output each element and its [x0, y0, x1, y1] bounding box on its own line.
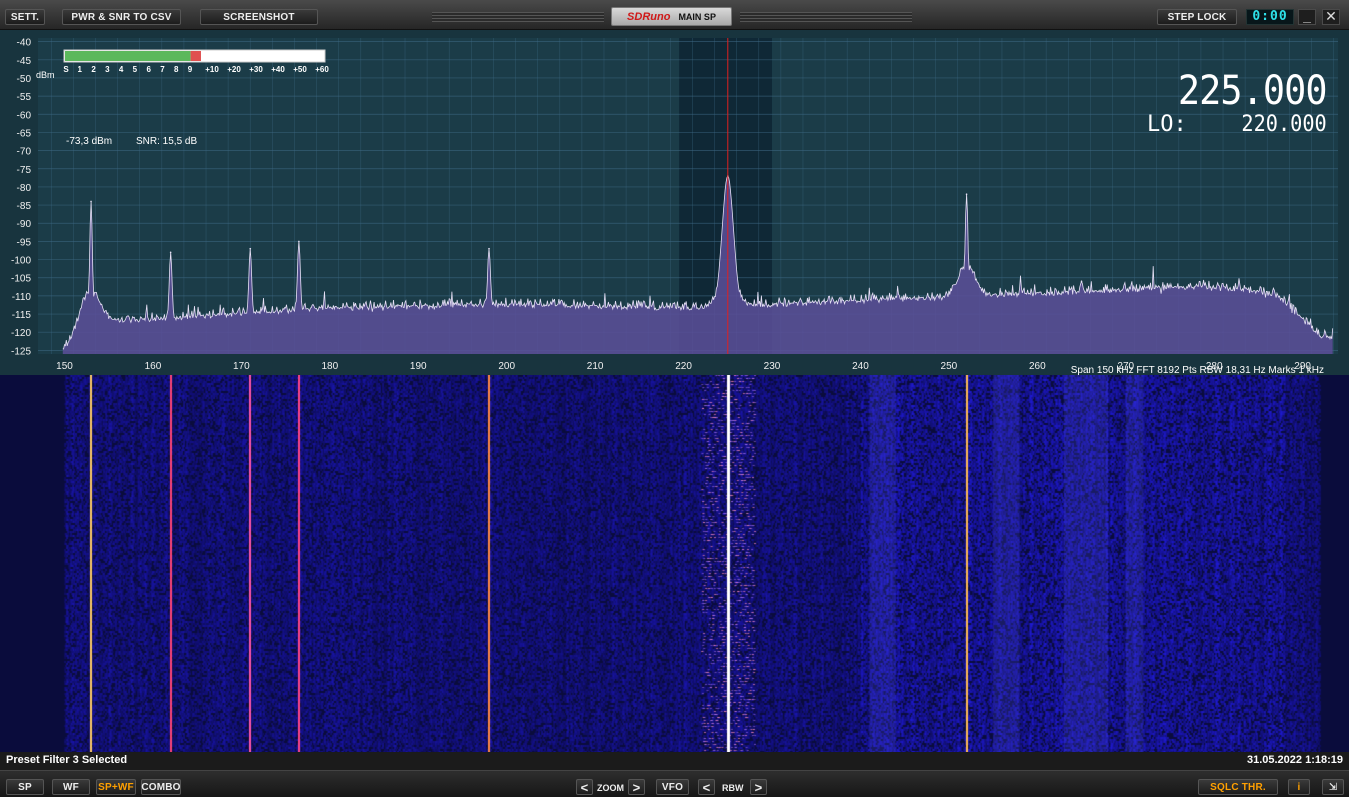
x-tick-label: 220 — [675, 361, 692, 372]
y-tick-label: -80 — [17, 183, 32, 194]
signal-peak — [488, 247, 490, 250]
s-meter-scale-label: 5 — [133, 65, 138, 74]
x-tick-label: 260 — [1029, 361, 1046, 372]
y-tick-label: -60 — [17, 110, 32, 121]
power-readout: -73,3 dBm — [66, 136, 113, 147]
s-meter-scale-label: 9 — [188, 65, 193, 74]
x-tick-label: 250 — [941, 361, 958, 372]
x-tick-label: 200 — [498, 361, 515, 372]
s-meter-scale-label: 8 — [174, 65, 179, 74]
y-tick-label: -120 — [11, 328, 31, 339]
signal-peak — [169, 251, 172, 254]
step-lock-button[interactable]: STEP LOCK — [1157, 9, 1237, 25]
screenshot-button[interactable]: SCREENSHOT — [200, 9, 318, 25]
rbw-right-arrow-icon[interactable]: > — [750, 779, 767, 795]
zoom-right-arrow-icon[interactable]: > — [628, 779, 645, 795]
y-tick-label: -105 — [11, 274, 31, 285]
x-tick-label: 190 — [410, 361, 427, 372]
y-tick-label: -70 — [17, 147, 32, 158]
signal-peak — [298, 240, 300, 243]
s-meter-scale-label: +20 — [227, 65, 241, 74]
y-tick-label: -100 — [11, 256, 31, 267]
y-tick-label: -75 — [17, 165, 32, 176]
s-meter-scale-label: 6 — [146, 65, 151, 74]
signal-peak — [1080, 280, 1083, 283]
window-title-box: SDRuno MAIN SP — [611, 7, 732, 26]
info-button[interactable]: i — [1288, 779, 1310, 795]
drag-grip-left[interactable] — [432, 12, 604, 22]
clock-display: 0:00 — [1246, 9, 1294, 25]
s-meter-scale-label: 3 — [105, 65, 110, 74]
pwr-snr-to-csv-button[interactable]: PWR & SNR TO CSV — [62, 9, 181, 25]
y-tick-label: -65 — [17, 128, 32, 139]
sp-wf-mode-button[interactable]: SP+WF — [96, 779, 136, 795]
s-meter-scale-label: +30 — [249, 65, 263, 74]
snr-readout: SNR: 15,5 dB — [136, 136, 198, 147]
status-row: Preset Filter 3 Selected 31.05.2022 1:18… — [0, 752, 1349, 770]
s-meter-scale-label: +50 — [293, 65, 307, 74]
zoom-label: ZOOM — [597, 783, 624, 793]
dbm-unit-label: dBm — [36, 70, 55, 80]
spectrum-chart[interactable]: -40 -45 -50 -55 -60 -65 -70 -75 -80 -85 -90 -95 -100… — [0, 30, 1349, 375]
y-tick-label: -95 — [17, 237, 32, 248]
s-meter-level-bar — [65, 51, 191, 61]
x-tick-label: 150 — [56, 361, 73, 372]
close-icon[interactable]: ✕ — [1322, 9, 1340, 25]
top-toolbar: SETT. PWR & SNR TO CSV SCREENSHOT SDRuno… — [0, 0, 1349, 30]
s-meter-scale-label: 7 — [160, 65, 165, 74]
x-tick-label: 160 — [145, 361, 162, 372]
s-meter-scale-label: 1 — [78, 65, 83, 74]
s-meter-scale-label: S — [63, 65, 69, 74]
vfo-button[interactable]: VFO — [656, 779, 689, 795]
y-tick-label: -40 — [17, 38, 32, 49]
y-tick-label: -115 — [12, 310, 32, 321]
sqlc-thr-button[interactable]: SQLC THR. — [1198, 779, 1278, 795]
combo-mode-button[interactable]: COMBO — [141, 779, 181, 795]
y-tick-label: -45 — [17, 56, 32, 67]
wf-mode-button[interactable]: WF — [52, 779, 90, 795]
vfo-frequency-readout[interactable]: 225.000 — [1178, 68, 1328, 114]
rbw-label: RBW — [722, 783, 744, 793]
rbw-left-arrow-icon[interactable]: < — [698, 779, 715, 795]
s-meter-scale-label: +40 — [271, 65, 285, 74]
y-tick-label: -110 — [12, 292, 32, 303]
lo-frequency-readout[interactable]: 220.000 — [1242, 112, 1327, 137]
signal-peak — [965, 193, 968, 195]
settings-button[interactable]: SETT. — [5, 9, 45, 25]
s-meter-over-bar — [190, 51, 201, 61]
window-title: MAIN SP — [678, 11, 716, 22]
spectrum-panel[interactable]: -40 -45 -50 -55 -60 -65 -70 -75 -80 -85 -90 -95 -100… — [0, 30, 1349, 376]
signal-peak — [249, 247, 252, 250]
drag-grip-right[interactable] — [740, 12, 912, 22]
y-tick-label: -90 — [17, 219, 32, 230]
signal-peak — [90, 200, 92, 203]
resize-icon[interactable]: ⇲ — [1322, 779, 1344, 795]
app-logo: SDRuno — [627, 10, 671, 23]
zoom-left-arrow-icon[interactable]: < — [576, 779, 593, 795]
x-tick-label: 170 — [233, 361, 250, 372]
s-meter-scale-label: 4 — [119, 65, 124, 74]
s-meter-scale-label: +10 — [205, 65, 219, 74]
x-tick-label: 240 — [852, 361, 869, 372]
status-message: Preset Filter 3 Selected — [6, 754, 128, 766]
minimize-icon[interactable]: _ — [1298, 9, 1316, 25]
y-tick-label: -85 — [17, 201, 32, 212]
y-tick-label: -50 — [17, 74, 32, 85]
bottom-toolbar: SP WF SP+WF COMBO < ZOOM > VFO < RBW > S… — [0, 770, 1349, 797]
y-tick-label: -55 — [17, 92, 32, 103]
s-meter-scale-label: +60 — [315, 65, 329, 74]
waterfall-display[interactable] — [0, 375, 1349, 752]
x-tick-label: 230 — [764, 361, 781, 372]
y-tick-label: -125 — [11, 346, 31, 357]
s-meter-scale-label: 2 — [91, 65, 96, 74]
status-datetime: 31.05.2022 1:18:19 — [1246, 754, 1343, 766]
lo-label: LO: — [1147, 112, 1187, 137]
x-tick-label: 210 — [587, 361, 604, 372]
x-tick-label: 180 — [321, 361, 338, 372]
sp-mode-button[interactable]: SP — [6, 779, 44, 795]
